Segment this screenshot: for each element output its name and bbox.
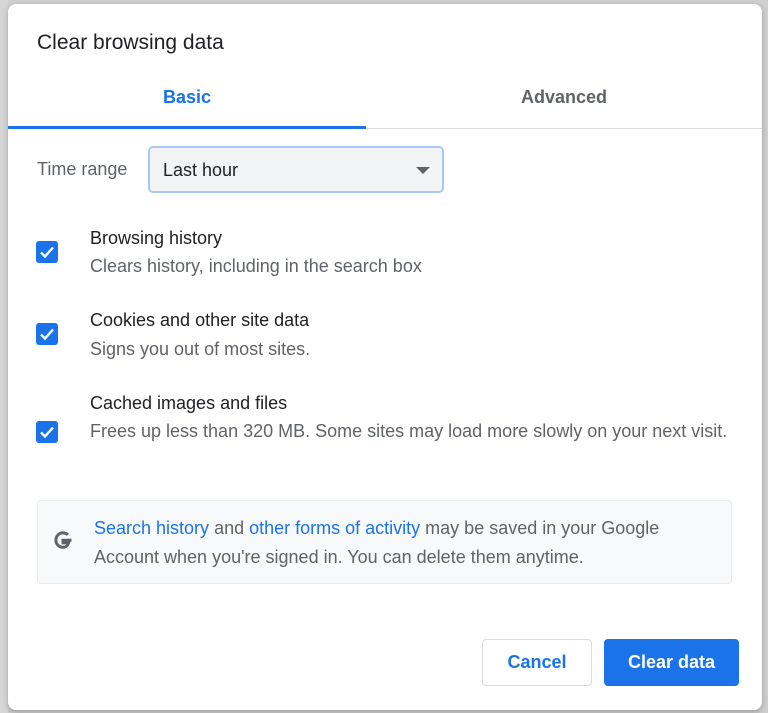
- info-text-part: and: [209, 518, 250, 538]
- time-range-value: Last hour: [163, 160, 239, 180]
- checkmark-icon: [40, 328, 54, 341]
- time-range-select[interactable]: Last hour: [148, 146, 444, 193]
- clear-browsing-data-dialog: Clear browsing data Basic Advanced Time …: [8, 4, 762, 710]
- tab-advanced[interactable]: Advanced: [366, 74, 762, 128]
- search-history-link[interactable]: Search history: [94, 518, 209, 538]
- google-account-info-box: Search history and other forms of activi…: [37, 500, 732, 584]
- tab-basic[interactable]: Basic: [8, 74, 366, 129]
- cookies-description: Signs you out of most sites.: [90, 339, 311, 359]
- cookies-checkbox[interactable]: [36, 323, 58, 345]
- browsing-history-description: Clears history, including in the search …: [90, 256, 422, 276]
- time-range-label: Time range: [37, 159, 128, 179]
- dropdown-arrow-icon: [416, 167, 430, 174]
- cached-images-title: Cached images and files: [90, 393, 288, 413]
- google-g-icon: [52, 529, 74, 556]
- browsing-history-checkbox[interactable]: [36, 241, 58, 263]
- other-activity-link[interactable]: other forms of activity: [249, 518, 420, 538]
- dialog-title: Clear browsing data: [37, 31, 224, 54]
- cached-images-checkbox[interactable]: [36, 421, 58, 443]
- cached-images-description: Frees up less than 320 MB. Some sites ma…: [90, 421, 728, 441]
- tab-bar: Basic Advanced: [8, 74, 762, 129]
- clear-data-button[interactable]: Clear data: [604, 639, 739, 686]
- info-text: Search history and other forms of activi…: [94, 514, 724, 572]
- background-page-edge: [0, 0, 8, 713]
- cookies-title: Cookies and other site data: [90, 310, 310, 330]
- cancel-button[interactable]: Cancel: [482, 639, 592, 686]
- checkmark-icon: [40, 246, 54, 259]
- browsing-history-title: Browsing history: [90, 228, 223, 248]
- checkmark-icon: [40, 426, 54, 439]
